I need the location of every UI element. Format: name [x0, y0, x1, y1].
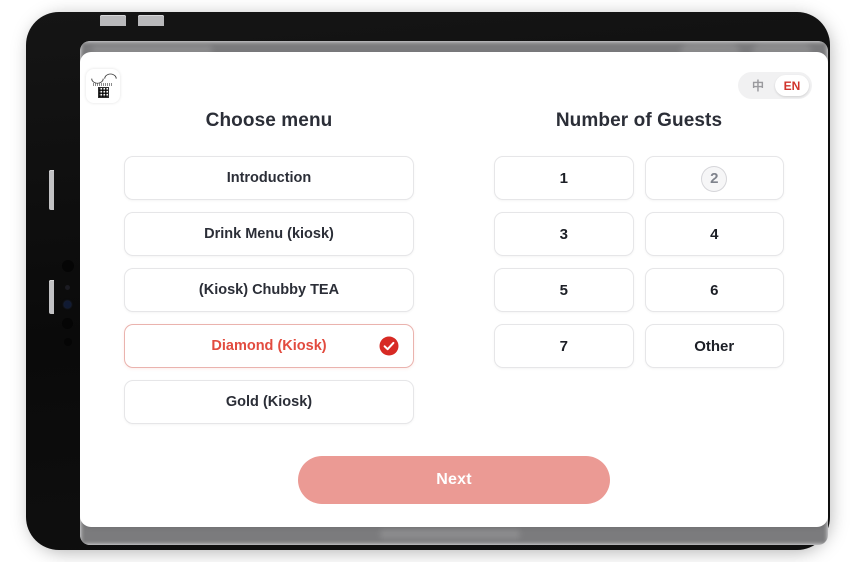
volume-down-hardware-button[interactable] [138, 15, 164, 26]
guest-count-grid: 1 2 3 4 5 6 7 Other [494, 156, 784, 368]
chubby-tea-logo-icon: ◡◠ [86, 69, 120, 103]
logo-qr-icon [97, 87, 109, 98]
choose-menu-title: Choose menu [205, 110, 333, 131]
touch-ripple-indicator [701, 165, 728, 192]
check-circle-icon [379, 336, 399, 356]
guest-count-2[interactable]: 2 [644, 156, 784, 200]
logo-horns-icon: ◡◠ [90, 70, 117, 85]
tablet-screen: ◡◠ 中 EN Choose menu Introduction Drink M… [80, 41, 828, 545]
status-led-icon [64, 301, 71, 308]
selection-columns: Choose menu Introduction Drink Menu (kio… [80, 110, 828, 424]
guest-count-6[interactable]: 6 [644, 268, 784, 312]
guest-count-label: 3 [559, 225, 568, 243]
language-option-zh[interactable]: 中 [741, 75, 775, 96]
menu-option-label: Diamond (Kiosk) [211, 338, 327, 354]
menu-option-list: Introduction Drink Menu (kiosk) (Kiosk) … [124, 156, 414, 424]
guest-count-7[interactable]: 7 [494, 324, 634, 368]
app-card: ◡◠ 中 EN Choose menu Introduction Drink M… [80, 52, 828, 527]
side-hardware-button[interactable] [49, 280, 54, 314]
tablet-frame: ◡◠ 中 EN Choose menu Introduction Drink M… [26, 12, 830, 550]
guest-count-label: 6 [710, 281, 719, 299]
proximity-sensor-icon [62, 318, 73, 329]
menu-option-introduction[interactable]: Introduction [124, 156, 414, 200]
language-option-en[interactable]: EN [775, 75, 809, 96]
language-toggle[interactable]: 中 EN [738, 72, 812, 99]
front-camera-icon [62, 260, 74, 272]
guest-count-label: Other [694, 337, 735, 355]
guest-count-4[interactable]: 4 [644, 212, 784, 256]
footer-actions: Next [80, 456, 828, 504]
guest-count-label: 7 [559, 337, 568, 355]
menu-option-gold-kiosk[interactable]: Gold (Kiosk) [124, 380, 414, 424]
number-of-guests-title: Number of Guests [555, 110, 723, 131]
microphone-icon [64, 338, 72, 346]
screenshot-root: ◡◠ 中 EN Choose menu Introduction Drink M… [0, 0, 856, 562]
guest-count-label: 4 [710, 225, 719, 243]
menu-option-diamond-kiosk[interactable]: Diamond (Kiosk) [124, 324, 414, 368]
power-hardware-button[interactable] [49, 170, 54, 210]
menu-option-label: Gold (Kiosk) [225, 394, 313, 410]
guest-count-label: 1 [559, 169, 568, 187]
menu-option-drink-menu-kiosk[interactable]: Drink Menu (kiosk) [124, 212, 414, 256]
guest-count-5[interactable]: 5 [494, 268, 634, 312]
menu-option-label: Introduction [226, 170, 312, 186]
volume-up-hardware-button[interactable] [100, 15, 126, 26]
guest-count-other[interactable]: Other [644, 324, 784, 368]
ambient-sensor-icon [65, 285, 70, 290]
number-of-guests-column: Number of Guests 1 2 3 4 5 6 7 Other [454, 110, 828, 424]
browser-chrome-ghost-statusbar [380, 529, 520, 539]
menu-option-kiosk-chubby-tea[interactable]: (Kiosk) Chubby TEA [124, 268, 414, 312]
guest-count-label: 5 [559, 281, 568, 299]
menu-option-label: Drink Menu (kiosk) [204, 226, 334, 242]
guest-count-3[interactable]: 3 [494, 212, 634, 256]
menu-option-label: (Kiosk) Chubby TEA [198, 282, 340, 298]
next-button[interactable]: Next [298, 456, 610, 504]
guest-count-1[interactable]: 1 [494, 156, 634, 200]
choose-menu-column: Choose menu Introduction Drink Menu (kio… [80, 110, 454, 424]
